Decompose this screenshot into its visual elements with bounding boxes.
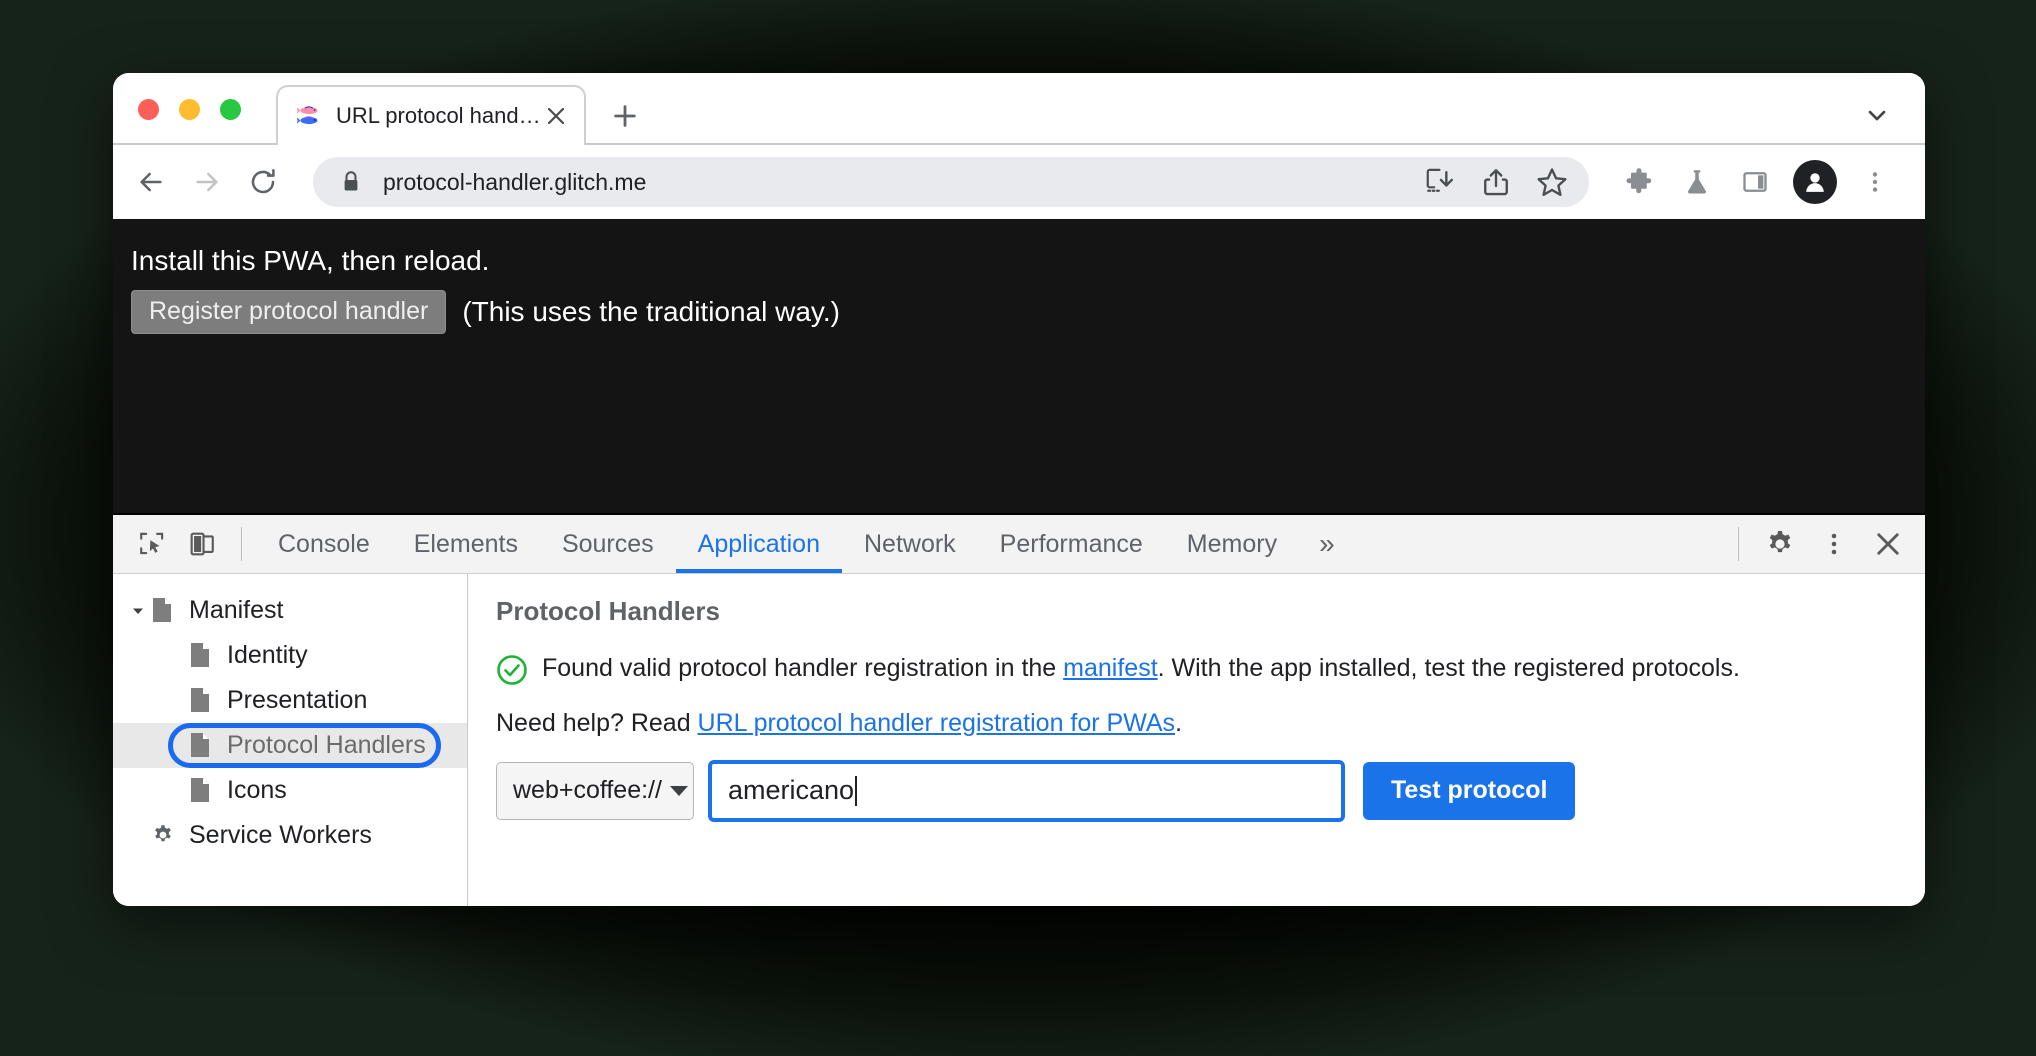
sidebar-item-manifest[interactable]: Manifest xyxy=(113,588,467,633)
chevron-down-icon xyxy=(669,785,688,796)
protocol-scheme-value: web+coffee:// xyxy=(513,776,662,804)
new-tab-button[interactable] xyxy=(608,99,642,133)
close-devtools-icon[interactable] xyxy=(1861,517,1915,571)
help-prefix: Need help? Read xyxy=(496,708,698,737)
page-note: (This uses the traditional way.) xyxy=(462,296,840,328)
devtools-tabs: Console Elements Sources Application Net… xyxy=(256,515,1355,573)
close-tab-button[interactable] xyxy=(542,102,570,130)
profile-avatar[interactable] xyxy=(1793,160,1837,204)
tab-network[interactable]: Network xyxy=(842,515,978,573)
sidebar-item-label: Service Workers xyxy=(189,821,372,849)
reload-button[interactable] xyxy=(239,158,287,206)
manifest-file-icon xyxy=(151,597,177,625)
bookmark-star-icon[interactable] xyxy=(1525,157,1579,207)
inspect-element-icon[interactable] xyxy=(127,519,177,569)
help-message: Need help? Read URL protocol handler reg… xyxy=(496,709,1897,738)
green-check-circle-icon xyxy=(496,654,528,686)
status-text: Found valid protocol handler registratio… xyxy=(542,651,1897,687)
manifest-link[interactable]: manifest xyxy=(1063,654,1157,682)
sidebar-item-label: Icons xyxy=(227,776,287,804)
status-suffix: . With the app installed, test the regis… xyxy=(1157,654,1740,682)
tab-memory[interactable]: Memory xyxy=(1165,515,1299,573)
devtools-toolbar-right xyxy=(1724,515,1915,573)
status-prefix: Found valid protocol handler registratio… xyxy=(542,654,1064,682)
sidebar-item-presentation[interactable]: Presentation xyxy=(113,678,467,723)
protocol-url-value: americano xyxy=(728,775,855,805)
browser-window: URL protocol handler protocol-handler.gl… xyxy=(113,73,1925,906)
application-sidebar: Manifest Identity Presentation Protocol … xyxy=(113,574,468,906)
experiments-flask-icon[interactable] xyxy=(1669,154,1725,210)
glitch-fish-favicon xyxy=(296,103,322,129)
page-action-row: Register protocol handler (This uses the… xyxy=(131,290,1925,335)
page-viewport: Install this PWA, then reload. Register … xyxy=(113,219,1925,513)
browser-tab[interactable]: URL protocol handler xyxy=(276,85,586,145)
toolbar-right-actions xyxy=(1611,154,1903,210)
chevron-down-icon[interactable] xyxy=(125,603,151,619)
lock-icon xyxy=(341,170,361,194)
help-suffix: . xyxy=(1175,708,1183,737)
minimize-window-button[interactable] xyxy=(179,99,200,120)
test-protocol-button[interactable]: Test protocol xyxy=(1363,761,1576,820)
protocol-url-input[interactable]: americano xyxy=(708,759,1345,822)
extensions-puzzle-icon[interactable] xyxy=(1611,154,1667,210)
gear-icon xyxy=(151,822,177,850)
manifest-file-icon xyxy=(189,777,215,805)
sidebar-item-label: Protocol Handlers xyxy=(227,731,426,759)
tab-performance[interactable]: Performance xyxy=(978,515,1165,573)
address-bar[interactable]: protocol-handler.glitch.me xyxy=(313,157,1589,207)
sidebar-item-icons[interactable]: Icons xyxy=(113,768,467,813)
tab-search-chevron-down-icon[interactable] xyxy=(1859,97,1895,133)
sidebar-item-label: Identity xyxy=(227,641,308,669)
omnibox-actions xyxy=(1413,157,1579,207)
protocol-scheme-select[interactable]: web+coffee:// xyxy=(496,761,694,820)
protocol-handlers-panel: Protocol Handlers Found valid protocol h… xyxy=(468,574,1925,906)
page-title: Protocol Handlers xyxy=(496,596,720,626)
address-bar-url: protocol-handler.glitch.me xyxy=(383,168,647,195)
manifest-file-icon xyxy=(189,732,215,760)
sidebar-item-protocol-handlers[interactable]: Protocol Handlers xyxy=(113,723,467,768)
forward-button[interactable] xyxy=(183,158,231,206)
protocol-test-form: web+coffee:// americano Test protocol xyxy=(496,759,1897,822)
pwa-docs-link[interactable]: URL protocol handler registration for PW… xyxy=(698,709,1176,737)
manifest-file-icon xyxy=(189,687,215,715)
devtools-toolbar: Console Elements Sources Application Net… xyxy=(113,515,1925,574)
more-tabs-button[interactable]: » xyxy=(1299,515,1355,573)
sidebar-item-service-workers[interactable]: Service Workers xyxy=(113,813,467,858)
status-message: Found valid protocol handler registratio… xyxy=(496,651,1897,687)
devtools-body: Manifest Identity Presentation Protocol … xyxy=(113,574,1925,906)
share-icon[interactable] xyxy=(1469,157,1523,207)
window-controls xyxy=(138,99,241,120)
page-heading: Install this PWA, then reload. xyxy=(131,245,490,276)
devtools-panel: Console Elements Sources Application Net… xyxy=(113,513,1925,906)
toolbar-divider-right xyxy=(1738,527,1739,561)
tab-title: URL protocol handler xyxy=(336,103,542,128)
tab-elements[interactable]: Elements xyxy=(392,515,540,573)
close-window-button[interactable] xyxy=(138,99,159,120)
tab-application[interactable]: Application xyxy=(675,515,843,573)
tab-sources[interactable]: Sources xyxy=(540,515,676,573)
text-cursor xyxy=(855,775,858,806)
tab-strip: URL protocol handler xyxy=(113,73,1925,145)
tab-console[interactable]: Console xyxy=(256,515,392,573)
sidebar-item-identity[interactable]: Identity xyxy=(113,633,467,678)
side-panel-icon[interactable] xyxy=(1727,154,1783,210)
sidebar-item-label: Manifest xyxy=(189,596,284,624)
settings-gear-icon[interactable] xyxy=(1753,517,1807,571)
sidebar-item-label: Presentation xyxy=(227,686,368,714)
manifest-file-icon xyxy=(189,642,215,670)
back-button[interactable] xyxy=(127,158,175,206)
chrome-menu-icon[interactable] xyxy=(1847,154,1903,210)
maximize-window-button[interactable] xyxy=(220,99,241,120)
devtools-menu-icon[interactable] xyxy=(1807,517,1861,571)
install-pwa-icon[interactable] xyxy=(1413,157,1467,207)
toolbar-divider xyxy=(241,527,242,561)
device-toolbar-icon[interactable] xyxy=(177,519,227,569)
browser-toolbar: protocol-handler.glitch.me xyxy=(113,145,1925,219)
screen: URL protocol handler protocol-handler.gl… xyxy=(0,0,2036,1056)
register-protocol-handler-button[interactable]: Register protocol handler xyxy=(131,290,447,335)
